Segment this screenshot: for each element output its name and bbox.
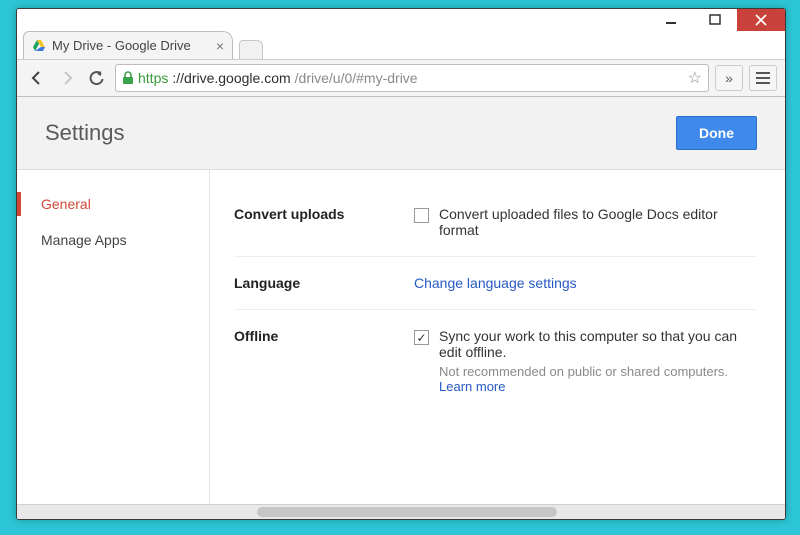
offline-helper-text: Not recommended on public or shared comp… [439, 364, 728, 379]
sidebar-item-manage-apps[interactable]: Manage Apps [17, 222, 209, 258]
drive-favicon-icon [32, 39, 46, 53]
sidebar-item-label: Manage Apps [41, 232, 127, 248]
window-close-button[interactable] [737, 9, 785, 31]
address-bar[interactable]: https ://drive.google.com /drive/u/0/#my… [115, 64, 709, 92]
window-minimize-button[interactable] [649, 9, 693, 31]
bookmark-star-button[interactable]: ☆ [688, 68, 702, 88]
learn-more-link[interactable]: Learn more [439, 379, 505, 394]
settings-sidebar: General Manage Apps lo P [17, 170, 210, 504]
arrow-left-icon [29, 70, 45, 86]
tab-close-button[interactable]: × [216, 38, 224, 54]
tab-strip: My Drive - Google Drive × [17, 31, 785, 59]
sidebar-item-label: General [41, 196, 91, 212]
hamburger-icon [756, 72, 770, 84]
reload-icon [89, 70, 105, 86]
window-maximize-button[interactable] [693, 9, 737, 31]
url-path: /drive/u/0/#my-drive [295, 70, 418, 86]
browser-tab[interactable]: My Drive - Google Drive × [23, 31, 233, 59]
chevron-right-icon: » [725, 70, 733, 86]
sidebar-item-general[interactable]: General [17, 186, 209, 222]
convert-uploads-text: Convert uploaded files to Google Docs ed… [439, 206, 757, 238]
setting-label: Convert uploads [234, 206, 414, 238]
settings-main: Convert uploads Convert uploaded files t… [210, 170, 785, 504]
setting-row-offline: Offline ✓ Sync your work to this compute… [234, 310, 757, 412]
arrow-right-icon [59, 70, 75, 86]
menu-button[interactable] [749, 65, 777, 91]
page-content: Settings Done General Manage Apps lo P [17, 97, 785, 519]
minimize-icon [665, 14, 677, 26]
setting-label: Offline [234, 328, 414, 394]
back-button[interactable] [25, 66, 49, 90]
url-host: ://drive.google.com [172, 70, 290, 86]
offline-sync-checkbox[interactable]: ✓ [414, 330, 429, 345]
forward-button[interactable] [55, 66, 79, 90]
settings-title: Settings [45, 120, 676, 146]
tab-title: My Drive - Google Drive [52, 38, 210, 53]
lock-icon [122, 71, 134, 85]
browser-window: My Drive - Google Drive × https ://drive… [16, 8, 786, 520]
reload-button[interactable] [85, 66, 109, 90]
setting-row-language: Language Change language settings [234, 257, 757, 310]
done-button[interactable]: Done [676, 116, 757, 150]
url-scheme: https [138, 70, 168, 86]
offline-sync-helper: Not recommended on public or shared comp… [439, 364, 757, 394]
overflow-button[interactable]: » [715, 65, 743, 91]
scrollbar-thumb[interactable] [257, 507, 557, 517]
setting-row-convert: Convert uploads Convert uploaded files t… [234, 188, 757, 257]
settings-body: General Manage Apps lo P Convert uploads [17, 170, 785, 504]
convert-uploads-checkbox[interactable] [414, 208, 429, 223]
close-icon [755, 14, 767, 26]
new-tab-button[interactable] [239, 40, 263, 59]
horizontal-scrollbar[interactable] [17, 504, 785, 519]
change-language-link[interactable]: Change language settings [414, 275, 577, 291]
maximize-icon [709, 14, 721, 26]
setting-label: Language [234, 275, 414, 291]
settings-header: Settings Done [17, 97, 785, 170]
offline-sync-text: Sync your work to this computer so that … [439, 328, 757, 360]
browser-toolbar: https ://drive.google.com /drive/u/0/#my… [17, 59, 785, 97]
